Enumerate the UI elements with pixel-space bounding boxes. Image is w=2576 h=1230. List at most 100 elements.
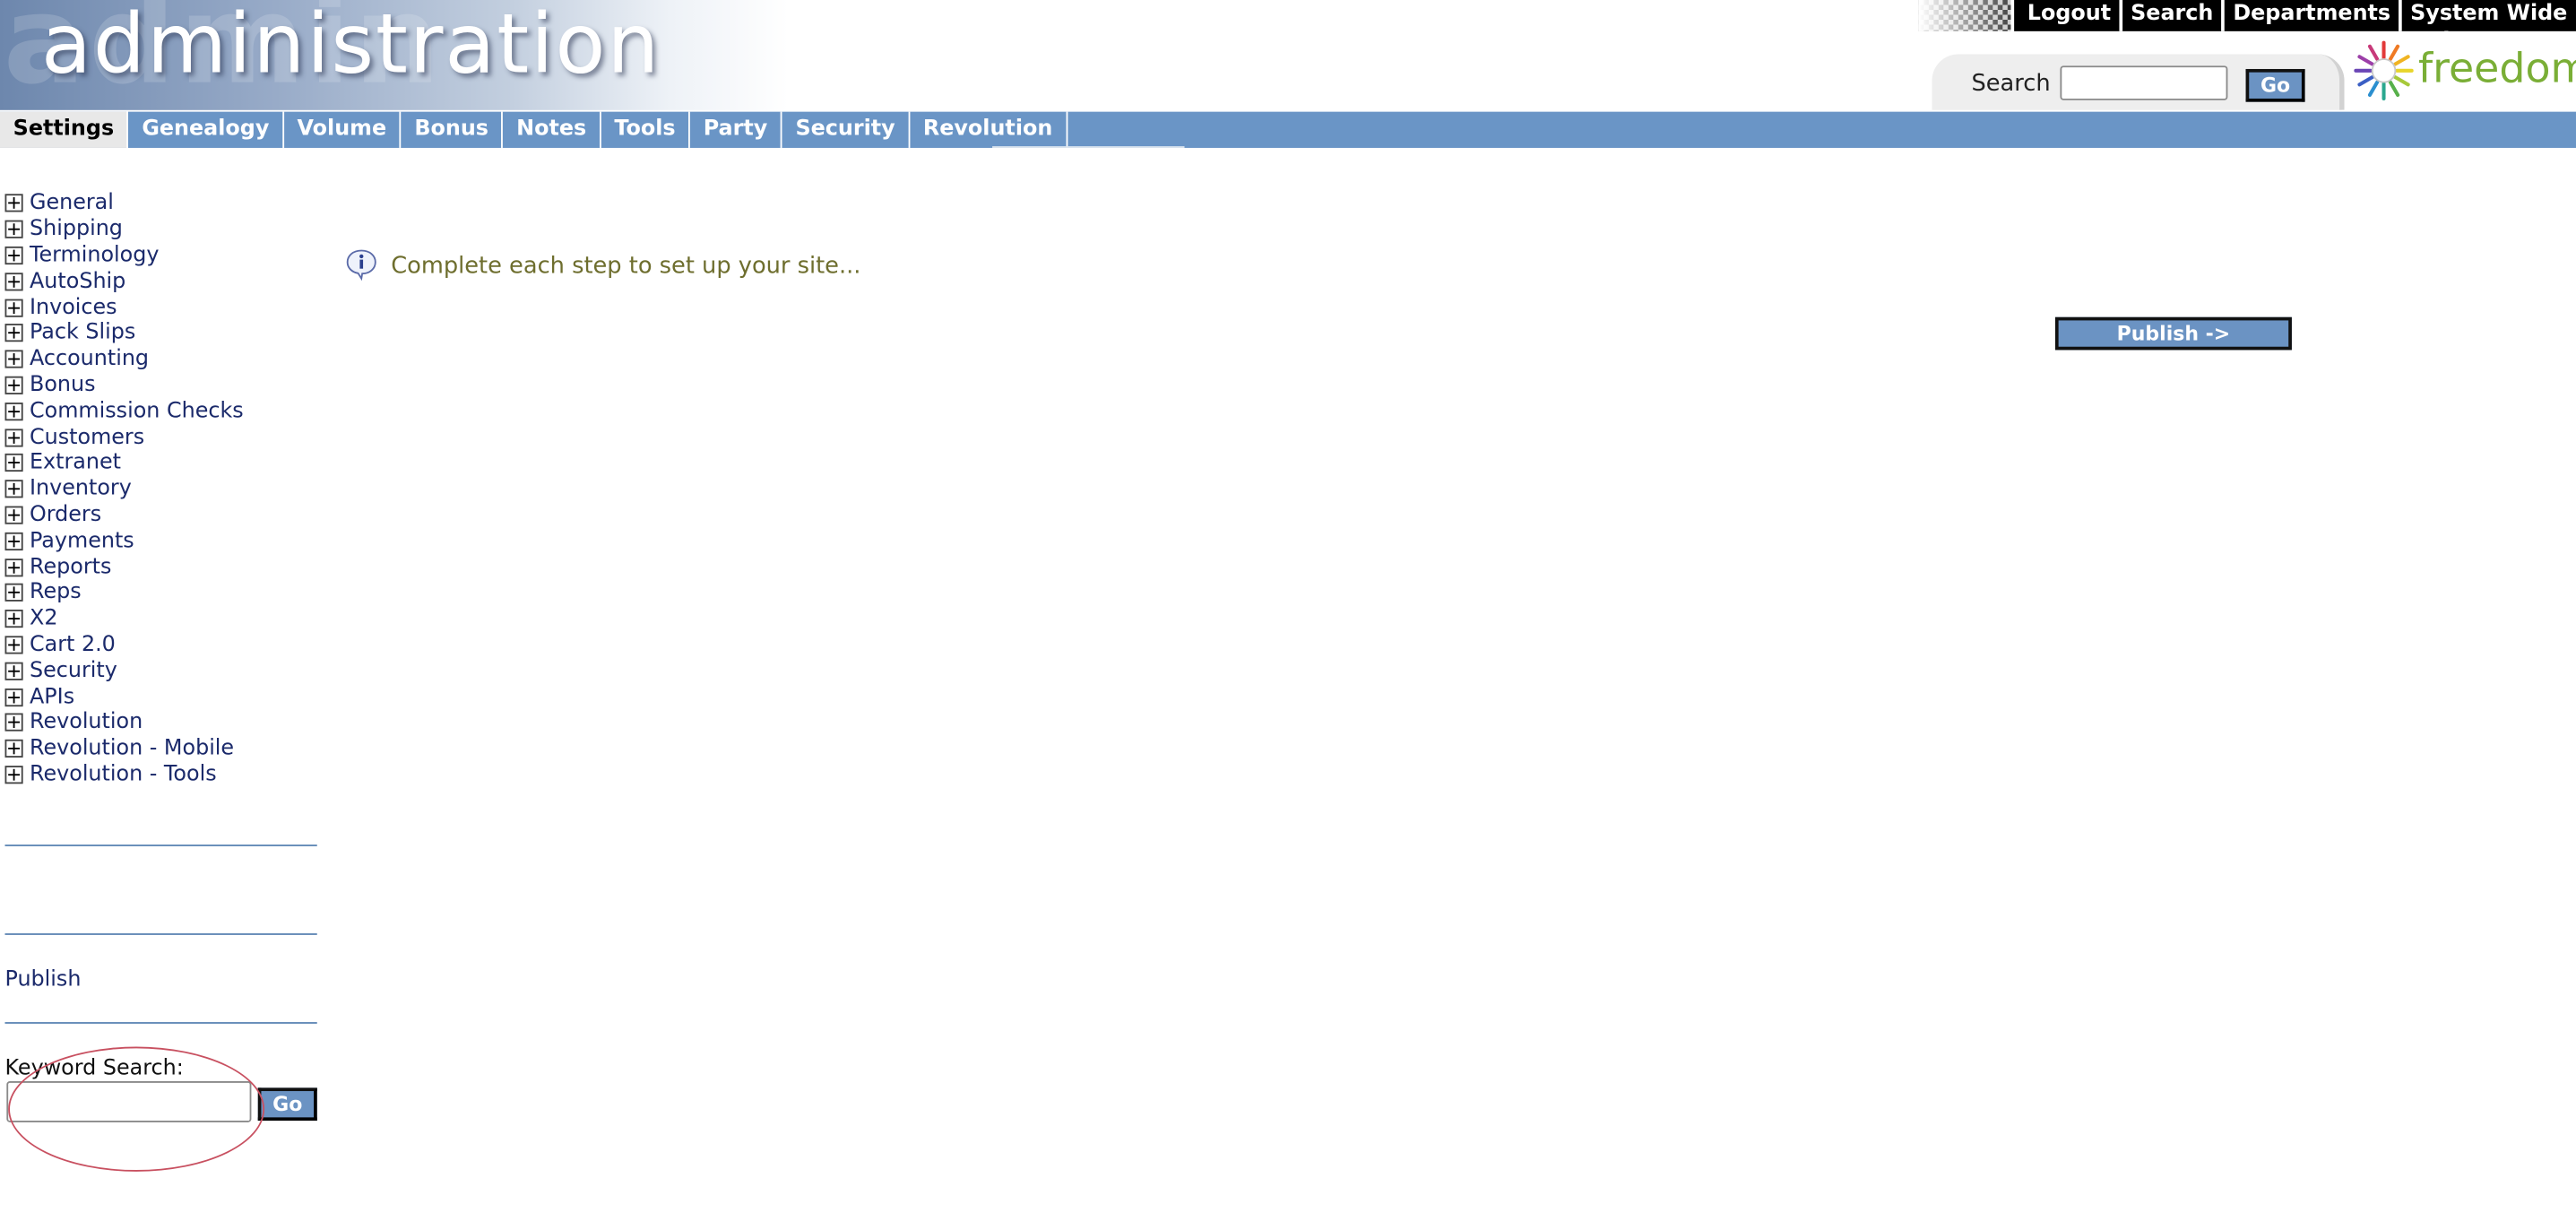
sidebar-item-terminology[interactable]: Terminology	[0, 243, 322, 269]
sidebar-publish-link[interactable]: Publish	[4, 968, 81, 992]
sidebar-item-label: Pack Slips	[29, 321, 136, 346]
expand-plus-icon[interactable]	[4, 714, 23, 732]
sidebar-item-label: Revolution	[29, 710, 143, 735]
sidebar-divider	[4, 1022, 317, 1024]
sidebar-item-inventory[interactable]: Inventory	[0, 476, 322, 502]
expand-plus-icon[interactable]	[4, 765, 23, 784]
tab-bonus[interactable]: Bonus	[402, 111, 504, 148]
tab-security[interactable]: Security	[782, 111, 911, 148]
sidebar-item-label: Invoices	[29, 295, 117, 320]
sidebar-item-x2[interactable]: X2	[0, 606, 322, 632]
expand-plus-icon[interactable]	[4, 194, 23, 213]
expand-plus-icon[interactable]	[4, 636, 23, 654]
expand-plus-icon[interactable]	[4, 428, 23, 446]
settings-sidebar: General Shipping Terminology AutoShip In…	[0, 191, 322, 788]
admin-page: admin administration Logout Search Depar…	[0, 0, 2576, 1205]
logo-wordmark: freedom	[2418, 44, 2576, 92]
expand-plus-icon[interactable]	[4, 298, 23, 316]
admin-banner: admin administration	[0, 0, 789, 110]
tab-revolution[interactable]: Revolution	[910, 111, 1068, 148]
expand-plus-icon[interactable]	[4, 740, 23, 758]
expand-plus-icon[interactable]	[4, 662, 23, 680]
sidebar-item-revolution-mobile[interactable]: Revolution - Mobile	[0, 736, 322, 762]
sidebar-item-label: Customers	[29, 424, 145, 450]
expand-plus-icon[interactable]	[4, 246, 23, 265]
departments-link[interactable]: Departments	[2221, 0, 2399, 31]
setup-info-message: Complete each step to set up your site..…	[391, 253, 861, 280]
sidebar-item-invoices[interactable]: Invoices	[0, 294, 322, 320]
search-link[interactable]: Search	[2119, 0, 2221, 31]
sidebar-item-label: Cart 2.0	[29, 632, 116, 658]
top-links: Logout Search Departments System Wide He…	[2014, 0, 2576, 54]
expand-plus-icon[interactable]	[4, 272, 23, 291]
expand-plus-icon[interactable]	[4, 610, 23, 628]
sidebar-item-orders[interactable]: Orders	[0, 502, 322, 528]
sidebar-item-payments[interactable]: Payments	[0, 528, 322, 554]
keyword-search-label: Keyword Search:	[4, 1056, 184, 1082]
tab-settings[interactable]: Settings	[0, 111, 129, 148]
expand-plus-icon[interactable]	[4, 688, 23, 706]
expand-plus-icon[interactable]	[4, 506, 23, 524]
sidebar-item-label: Reps	[29, 580, 82, 606]
sidebar-item-bonus[interactable]: Bonus	[0, 372, 322, 398]
sidebar-item-autoship[interactable]: AutoShip	[0, 268, 322, 294]
sidebar-item-reps[interactable]: Reps	[0, 580, 322, 606]
sidebar-item-reports[interactable]: Reports	[0, 554, 322, 580]
tab-notes[interactable]: Notes	[503, 111, 601, 148]
sidebar-item-label: Terminology	[29, 243, 160, 268]
sidebar-item-label: AutoShip	[29, 269, 126, 294]
sidebar-item-accounting[interactable]: Accounting	[0, 346, 322, 372]
sidebar-item-customers[interactable]: Customers	[0, 424, 322, 450]
sidebar-item-label: Payments	[29, 528, 134, 554]
sidebar-item-revolution[interactable]: Revolution	[0, 710, 322, 736]
logout-link[interactable]: Logout	[2014, 0, 2119, 31]
expand-plus-icon[interactable]	[4, 558, 23, 576]
expand-plus-icon[interactable]	[4, 402, 23, 420]
header-search-input[interactable]	[2060, 65, 2228, 100]
tab-party[interactable]: Party	[690, 111, 782, 148]
header-search-go-button[interactable]: Go	[2245, 68, 2305, 102]
sidebar-item-general[interactable]: General	[0, 191, 322, 217]
expand-plus-icon[interactable]	[4, 324, 23, 342]
expand-plus-icon[interactable]	[4, 220, 23, 239]
keyword-search-input[interactable]	[6, 1081, 252, 1122]
sidebar-item-shipping[interactable]: Shipping	[0, 217, 322, 243]
sidebar-item-label: General	[29, 191, 114, 216]
sidebar-item-extranet[interactable]: Extranet	[0, 450, 322, 476]
sidebar-item-label: Inventory	[29, 476, 132, 502]
publish-button[interactable]: Publish ->	[2054, 316, 2292, 351]
sidebar-item-label: Commission Checks	[29, 398, 244, 424]
header-pattern	[1918, 0, 2011, 31]
freedom-logo-icon	[2354, 40, 2414, 100]
tab-volume[interactable]: Volume	[284, 111, 402, 148]
sidebar-item-revolution-tools[interactable]: Revolution - Tools	[0, 762, 322, 788]
expand-plus-icon[interactable]	[4, 584, 23, 602]
sidebar-item-label: Shipping	[29, 217, 123, 242]
expand-plus-icon[interactable]	[4, 480, 23, 498]
header-search-label: Search	[1971, 70, 2051, 98]
sidebar-item-security[interactable]: Security	[0, 658, 322, 684]
keyword-search-go-button[interactable]: Go	[257, 1087, 317, 1122]
expand-plus-icon[interactable]	[4, 350, 23, 368]
sidebar-item-apis[interactable]: APIs	[0, 684, 322, 710]
sidebar-item-label: Accounting	[29, 347, 150, 372]
sidebar-item-commission-checks[interactable]: Commission Checks	[0, 398, 322, 424]
sidebar-item-label: Orders	[29, 502, 102, 528]
freedom-logo: freedom	[2353, 39, 2576, 105]
tab-genealogy[interactable]: Genealogy	[129, 111, 284, 148]
tab-tools[interactable]: Tools	[601, 111, 691, 148]
sidebar-divider	[4, 845, 317, 846]
expand-plus-icon[interactable]	[4, 376, 23, 394]
info-icon	[346, 249, 376, 282]
system-wide-help-link[interactable]: System Wide Help	[2399, 0, 2576, 54]
nav-underline	[992, 146, 1185, 148]
sidebar-divider	[4, 933, 317, 935]
header-search-panel: Search Go	[1932, 54, 2345, 110]
expand-plus-icon[interactable]	[4, 454, 23, 472]
sidebar-item-pack-slips[interactable]: Pack Slips	[0, 320, 322, 346]
expand-plus-icon[interactable]	[4, 532, 23, 550]
banner-title: administration	[40, 0, 661, 92]
sidebar-item-label: Extranet	[29, 450, 122, 476]
sidebar-item-cart-2-0[interactable]: Cart 2.0	[0, 632, 322, 658]
sidebar-item-label: Reports	[29, 554, 112, 580]
